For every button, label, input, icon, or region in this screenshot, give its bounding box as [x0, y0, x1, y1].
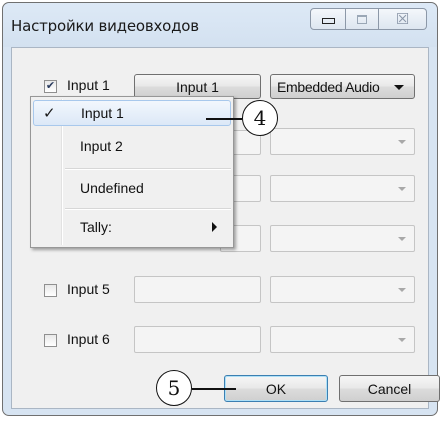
- minimize-icon: [321, 18, 335, 24]
- ok-button[interactable]: OK: [224, 375, 328, 402]
- callout-4-marker: 4: [242, 100, 278, 136]
- row1-label: Input 1: [67, 77, 110, 93]
- row4-audio-select[interactable]: [270, 225, 415, 252]
- callout-5-number: 5: [167, 376, 181, 400]
- row5-audio-select[interactable]: [270, 276, 415, 303]
- row6-source-field[interactable]: [134, 326, 261, 353]
- chevron-down-icon: [394, 84, 404, 90]
- screenshot-stage: Настройки видеовходов ☒ ✔ Input 1 Input …: [0, 0, 448, 421]
- callout-4-leader: [206, 118, 242, 120]
- row1-audio-select[interactable]: Embedded Audio: [270, 74, 415, 99]
- checkmark-icon: ✓: [43, 104, 56, 122]
- menu-item-label: Undefined: [80, 180, 144, 196]
- close-button[interactable]: ☒: [379, 8, 427, 30]
- row6-audio-select[interactable]: [270, 326, 415, 353]
- minimize-button[interactable]: [310, 8, 346, 30]
- menu-separator: [65, 168, 231, 170]
- source-context-menu: ✓ Input 1 Input 2 Undefined Tally:: [30, 96, 234, 248]
- chevron-down-icon: [398, 186, 406, 191]
- chevron-down-icon: [398, 287, 406, 292]
- callout-4-number: 4: [253, 106, 267, 130]
- checkbox-check-icon: ✔: [45, 80, 56, 92]
- row2-audio-select[interactable]: [270, 128, 415, 155]
- callout-5-leader: [192, 388, 236, 390]
- menu-item-tally[interactable]: Tally:: [33, 214, 231, 240]
- menu-item-undefined[interactable]: Undefined: [33, 175, 231, 201]
- submenu-arrow-icon: [212, 222, 217, 232]
- menu-item-label: Input 1: [81, 105, 124, 121]
- maximize-icon: [357, 14, 367, 24]
- title-bar: Настройки видеовходов ☒: [3, 3, 437, 47]
- menu-item-label: Tally:: [80, 219, 112, 235]
- row5-checkbox[interactable]: [44, 284, 57, 297]
- menu-item-label: Input 2: [80, 138, 123, 154]
- callout-5-marker: 5: [156, 370, 192, 406]
- row1-audio-value: Embedded Audio: [277, 78, 380, 95]
- row6-label: Input 6: [67, 331, 110, 347]
- menu-item-input-1[interactable]: ✓ Input 1: [33, 100, 231, 126]
- chevron-down-icon: [398, 236, 406, 241]
- maximize-button[interactable]: [346, 8, 379, 30]
- window-title: Настройки видеовходов: [11, 17, 199, 35]
- cancel-button[interactable]: Cancel: [339, 375, 440, 402]
- chevron-down-icon: [398, 139, 406, 144]
- close-icon: ☒: [395, 9, 410, 28]
- row3-audio-select[interactable]: [270, 175, 415, 202]
- row6-checkbox[interactable]: [44, 334, 57, 347]
- row1-checkbox[interactable]: ✔: [44, 80, 57, 93]
- menu-separator: [65, 208, 231, 210]
- chevron-down-icon: [398, 337, 406, 342]
- menu-item-input-2[interactable]: Input 2: [33, 133, 231, 159]
- row5-label: Input 5: [67, 281, 110, 297]
- row5-source-field[interactable]: [134, 276, 261, 303]
